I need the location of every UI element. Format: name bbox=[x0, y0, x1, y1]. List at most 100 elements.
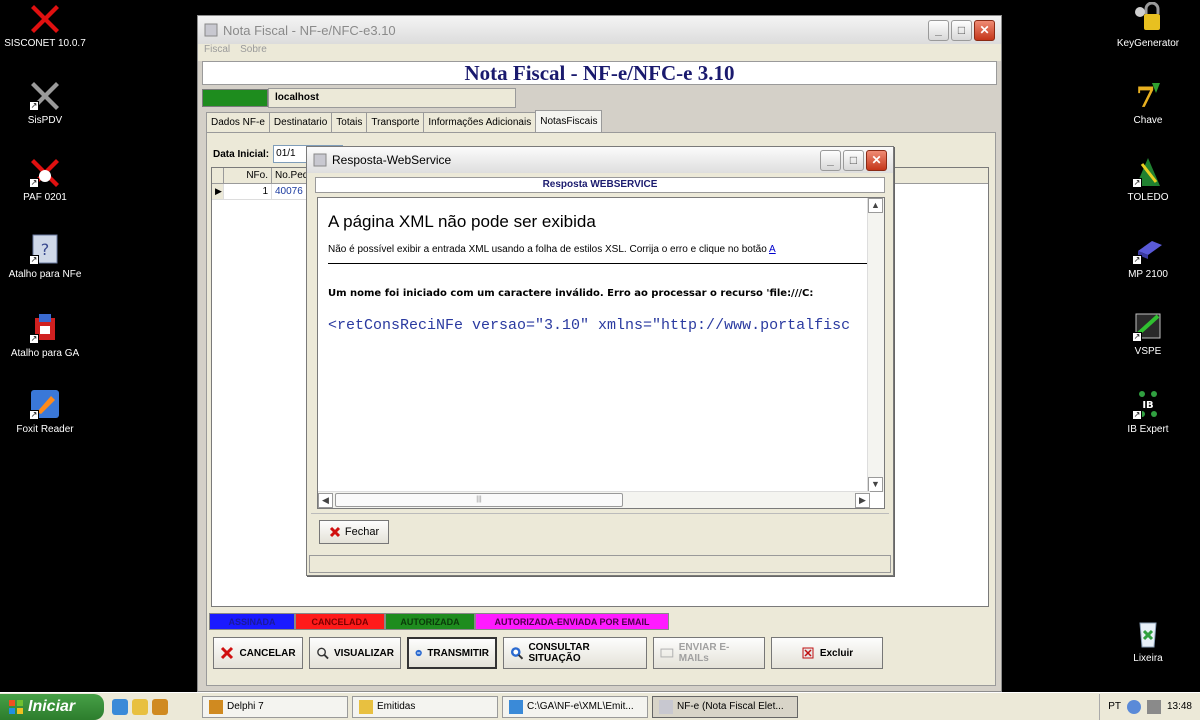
close-button[interactable]: ✕ bbox=[974, 19, 995, 41]
maximize-button[interactable]: □ bbox=[951, 19, 972, 41]
ie-icon bbox=[509, 699, 523, 714]
enviar-emails-label: ENVIAR E-MAILs bbox=[678, 642, 730, 664]
desktop-icon-ga[interactable]: ↗ Atalho para GA bbox=[0, 312, 90, 359]
visualizar-button[interactable]: VISUALIZAR bbox=[309, 637, 401, 669]
close-icon: ✕ bbox=[979, 23, 990, 37]
desktop-icon-label: Atalho para NFe bbox=[8, 269, 82, 280]
delphi-icon[interactable] bbox=[152, 698, 168, 715]
desktop-icon-chave[interactable]: 7 Chave bbox=[1103, 79, 1193, 126]
dialog-statusbar bbox=[309, 555, 891, 573]
desktop-icon-vspe[interactable]: ↗ VSPE bbox=[1103, 310, 1193, 357]
dialog-close-button[interactable]: ✕ bbox=[866, 149, 887, 171]
minimize-button[interactable]: _ bbox=[928, 19, 949, 41]
desktop-icon-label: TOLEDO bbox=[1127, 192, 1169, 203]
ibexpert-icon: IB ↗ bbox=[1132, 388, 1164, 420]
dialog-header: Resposta WEBSERVICE bbox=[315, 177, 885, 193]
nfe-icon: ? ↗ bbox=[29, 233, 61, 265]
folder-icon[interactable] bbox=[132, 698, 148, 715]
main-window-titlebar[interactable]: Nota Fiscal - NF-e/NFC-e3.10 _ □ ✕ bbox=[198, 16, 1001, 44]
ie-icon[interactable] bbox=[112, 698, 128, 715]
consultar-situacao-button[interactable]: CONSULTAR SITUAÇÃO bbox=[503, 637, 647, 669]
windows-logo-icon bbox=[9, 699, 23, 714]
gray-x-icon: ↗ bbox=[29, 79, 61, 111]
desktop-icon-paf[interactable]: ↗ PAF 0201 bbox=[0, 156, 90, 203]
scroll-left-icon[interactable]: ◀ bbox=[318, 493, 333, 508]
horizontal-scrollbar[interactable]: ◀ ||| ▶ bbox=[318, 491, 870, 508]
cancelar-button[interactable]: CANCELAR bbox=[213, 637, 303, 669]
desktop-icon-sispdv[interactable]: ↗ SisPDV bbox=[0, 79, 90, 126]
close-icon: ✕ bbox=[871, 153, 882, 167]
start-button[interactable]: Iniciar bbox=[0, 693, 104, 720]
desktop-icon-ibexpert[interactable]: IB ↗ IB Expert bbox=[1103, 388, 1193, 435]
quick-launch bbox=[112, 698, 198, 715]
dialog-titlebar[interactable]: Resposta-WebService _ □ ✕ bbox=[307, 147, 893, 173]
xml-error-message: Um nome foi iniciado com um caractere in… bbox=[328, 288, 814, 299]
svg-text:IB: IB bbox=[1142, 400, 1153, 411]
search-globe-icon bbox=[510, 647, 524, 660]
grid-col-nfo[interactable]: NFo. bbox=[224, 168, 272, 183]
tab-notasfiscais[interactable]: NotasFiscais bbox=[535, 110, 603, 132]
desktop-icon-keygenerator[interactable]: KeyGenerator bbox=[1103, 1, 1193, 49]
app-icon bbox=[659, 699, 673, 714]
clock: 13:48 bbox=[1166, 701, 1192, 712]
recycle-bin-icon bbox=[1132, 617, 1164, 649]
desktop-icon-foxit[interactable]: ↗ Foxit Reader bbox=[0, 388, 90, 435]
transmitir-label: TRANSMITIR bbox=[427, 647, 489, 659]
vertical-scrollbar[interactable]: ▲ ▼ bbox=[867, 198, 884, 492]
enviar-emails-button[interactable]: ENVIAR E-MAILs bbox=[653, 637, 765, 669]
resposta-webservice-dialog: Resposta-WebService _ □ ✕ Resposta WEBSE… bbox=[306, 146, 894, 576]
xml-browser-view[interactable]: A página XML não pode ser exibida Não é … bbox=[317, 197, 885, 509]
fechar-label: Fechar bbox=[344, 526, 380, 538]
xml-source-line: <retConsReciNFe versao="3.10" xmlns="htt… bbox=[328, 317, 851, 334]
consultar-situacao-label: CONSULTAR SITUAÇÃO bbox=[528, 642, 590, 664]
start-label: Iniciar bbox=[28, 697, 76, 715]
excluir-label: Excluir bbox=[819, 647, 854, 659]
scroll-up-icon[interactable]: ▲ bbox=[868, 198, 883, 213]
menu-fiscal[interactable]: Fiscal bbox=[204, 44, 230, 61]
desktop-icon-toledo[interactable]: ↗ TOLEDO bbox=[1103, 156, 1193, 203]
transmitir-button[interactable]: TRANSMITIR bbox=[407, 637, 497, 669]
task-emitidas[interactable]: Emitidas bbox=[352, 695, 498, 718]
scroll-down-icon[interactable]: ▼ bbox=[868, 477, 883, 492]
desktop-icon-sisconet[interactable]: SISCONET 10.0.7 bbox=[0, 2, 90, 49]
dialog-maximize-button[interactable]: □ bbox=[843, 149, 864, 171]
desktop-icon-nfe[interactable]: ? ↗ Atalho para NFe bbox=[0, 233, 90, 280]
task-delphi7[interactable]: Delphi 7 bbox=[202, 695, 348, 718]
task-xml-path[interactable]: C:\GA\NF-e\XML\Emit... bbox=[502, 695, 648, 718]
browser-content: A página XML não pode ser exibida Não é … bbox=[328, 212, 868, 334]
task-label: C:\GA\NF-e\XML\Emit... bbox=[527, 701, 634, 712]
desktop-icon-label: KeyGenerator bbox=[1116, 38, 1180, 49]
tab-informacoes-adicionais[interactable]: Informações Adicionais bbox=[423, 112, 537, 132]
menubar: Fiscal Sobre bbox=[198, 44, 1001, 61]
delphi-icon bbox=[209, 699, 223, 714]
tab-dados-nfe[interactable]: Dados NF-e bbox=[206, 112, 270, 132]
desktop-icon-lixeira[interactable]: Lixeira bbox=[1103, 617, 1193, 664]
task-label: Delphi 7 bbox=[227, 701, 264, 712]
task-nfe[interactable]: NF-e (Nota Fiscal Elet... bbox=[652, 695, 798, 718]
grid-indicator-header bbox=[212, 168, 224, 183]
desktop-icon-mp2100[interactable]: ↗ MP 2100 bbox=[1103, 233, 1193, 280]
dialog-minimize-button[interactable]: _ bbox=[820, 149, 841, 171]
xml-desc-link[interactable]: A bbox=[769, 244, 776, 255]
network-icon[interactable] bbox=[1126, 699, 1141, 714]
delphi7-icon: 7 bbox=[1132, 79, 1164, 114]
language-indicator[interactable]: PT bbox=[1108, 701, 1121, 712]
excluir-button[interactable]: Excluir bbox=[771, 637, 883, 669]
tab-transporte[interactable]: Transporte bbox=[366, 112, 425, 132]
menu-sobre[interactable]: Sobre bbox=[240, 44, 267, 61]
maximize-icon: □ bbox=[957, 23, 966, 37]
grid-cell-nfo: 1 bbox=[224, 184, 272, 200]
tab-totais[interactable]: Totais bbox=[331, 112, 368, 132]
legend-cancelada: CANCELADA bbox=[295, 613, 385, 630]
key-icon bbox=[1132, 1, 1164, 34]
row-pointer-icon: ▶ bbox=[212, 184, 224, 200]
minimize-icon: _ bbox=[827, 153, 834, 167]
tab-destinatario[interactable]: Destinatario bbox=[268, 112, 333, 132]
monitor-icon[interactable] bbox=[1146, 699, 1161, 714]
fechar-button[interactable]: Fechar bbox=[319, 520, 389, 544]
transmit-icon bbox=[415, 649, 422, 657]
scroll-right-icon[interactable]: ▶ bbox=[855, 493, 870, 508]
red-x-icon bbox=[29, 2, 61, 34]
desktop-icon-label: MP 2100 bbox=[1128, 269, 1168, 280]
scroll-thumb[interactable]: ||| bbox=[335, 493, 623, 507]
